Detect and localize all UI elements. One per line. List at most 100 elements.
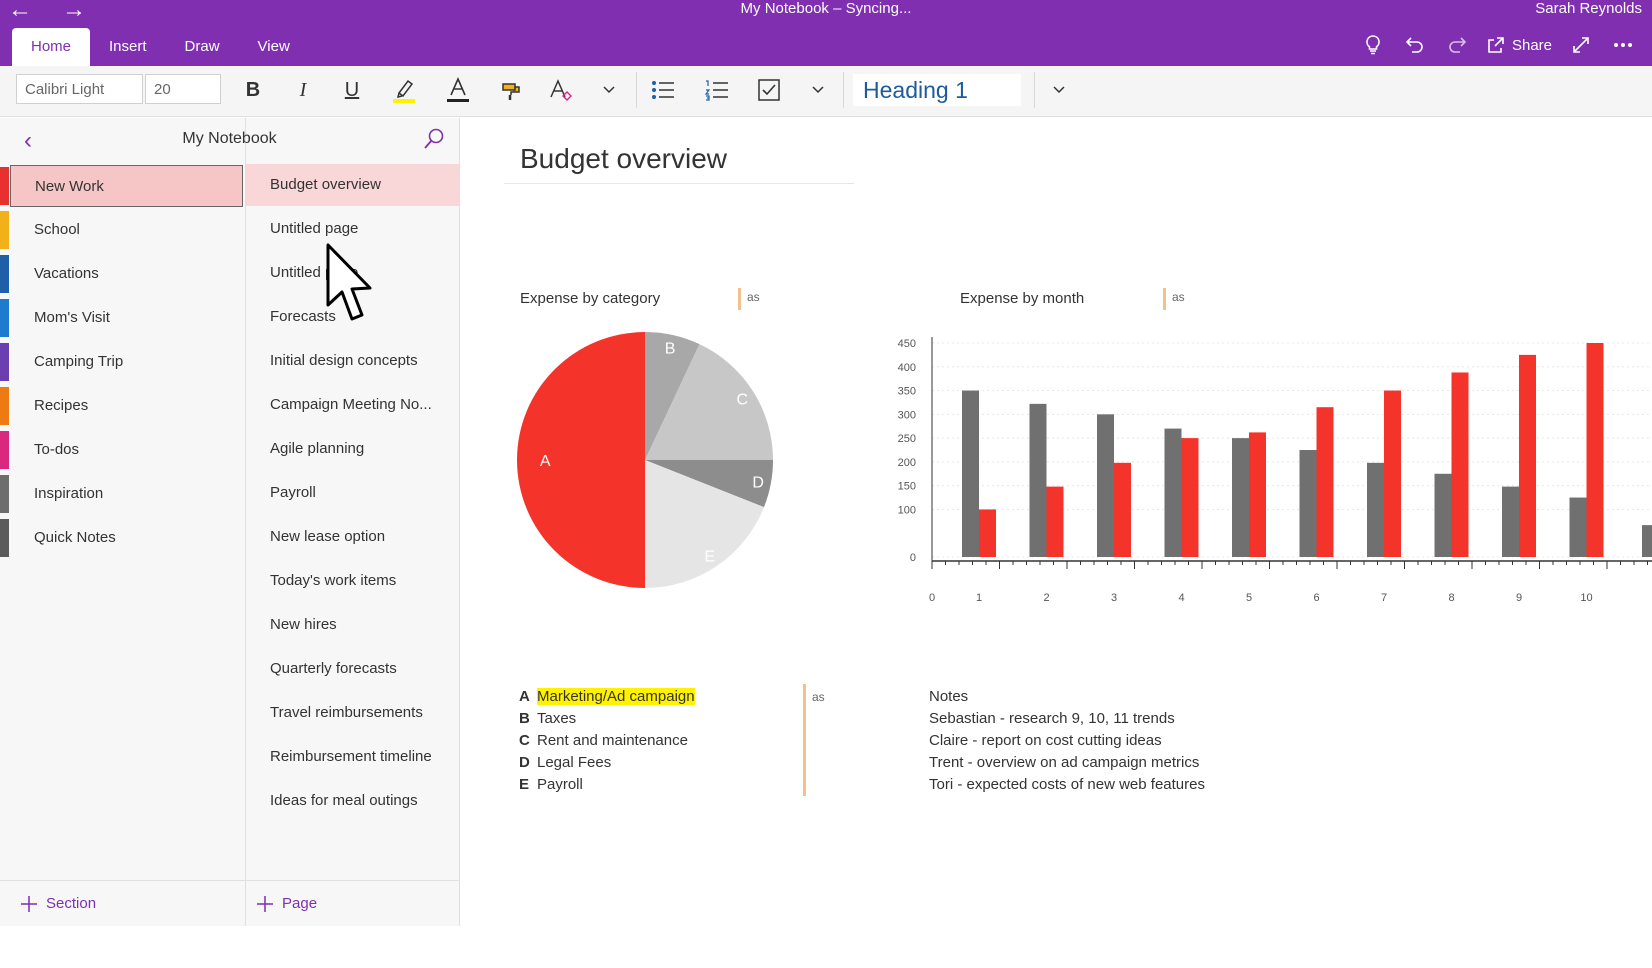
font-name-box[interactable]: Calibri Light [16, 74, 143, 104]
section-color-tab [0, 299, 9, 337]
section-item[interactable]: Inspiration [10, 473, 243, 515]
ribbon-divider [636, 72, 637, 108]
section-item[interactable]: To-dos [10, 429, 243, 471]
font-color-icon[interactable] [441, 75, 475, 105]
bar-series-2 [979, 509, 996, 557]
user-name[interactable]: Sarah Reynolds [1535, 0, 1642, 17]
y-tick-label: 150 [898, 481, 916, 493]
bar-series-1 [1569, 497, 1587, 557]
y-tick-label: 100 [898, 504, 916, 516]
section-item[interactable]: Recipes [10, 385, 243, 427]
bar-series-1 [1164, 428, 1182, 557]
page-item[interactable]: New hires [246, 604, 459, 646]
y-tick-label: 400 [898, 362, 916, 374]
page-item[interactable]: Initial design concepts [246, 340, 459, 382]
x-tick-label: 5 [1246, 592, 1252, 604]
numbered-list-icon[interactable] [700, 75, 734, 105]
section-item[interactable]: Mom's Visit [10, 297, 243, 339]
x-tick-label: 6 [1313, 592, 1319, 604]
more-options-icon[interactable] [1610, 30, 1636, 60]
pie-slice-label: C [736, 391, 748, 408]
tab-home[interactable]: Home [12, 28, 91, 66]
bar-series-2 [1046, 486, 1064, 557]
section-color-tab [0, 167, 9, 205]
bar-series-1 [1299, 450, 1317, 557]
tab-insert[interactable]: Insert [90, 28, 166, 66]
section-item[interactable]: School [10, 209, 243, 251]
page-item[interactable]: New lease option [246, 516, 459, 558]
chevron-down-icon[interactable] [592, 75, 626, 105]
highlighter-icon[interactable] [387, 75, 421, 105]
checkbox-tag-icon[interactable] [752, 75, 786, 105]
add-page-button[interactable]: Page [256, 882, 317, 926]
legend-text: Legal Fees [537, 754, 612, 771]
section-color-tab [0, 343, 9, 381]
legend-key: B [519, 710, 530, 727]
notes-heading: Notes [929, 688, 969, 705]
section-item[interactable]: Vacations [10, 253, 243, 295]
legend-item: E Payroll [519, 774, 695, 796]
pie-slice [517, 332, 645, 588]
pane-divider [0, 880, 459, 881]
window-title: My Notebook – Syncing... [740, 0, 912, 17]
add-section-button[interactable]: Section [20, 882, 96, 926]
container-tag[interactable]: as [806, 688, 825, 710]
notebook-header: ‹ My Notebook [0, 118, 459, 163]
tab-draw[interactable]: Draw [166, 28, 239, 66]
styles-chevron-down-icon[interactable] [1042, 75, 1076, 105]
notebook-title[interactable]: My Notebook [0, 130, 459, 148]
underline-icon[interactable]: U [335, 75, 369, 105]
page-item[interactable]: Payroll [246, 472, 459, 514]
bar-series-2 [1249, 432, 1266, 557]
italic-icon[interactable]: I [286, 75, 320, 105]
legend-item: A Marketing/Ad campaign [519, 686, 695, 708]
page-item[interactable]: Agile planning [246, 428, 459, 470]
heading-style-box[interactable]: Heading 1 [853, 74, 1021, 106]
notes-block[interactable]: Notes Sebastian - research 9, 10, 11 tre… [929, 686, 1205, 796]
legend-item: C Rent and maintenance [519, 730, 695, 752]
title-bar: ← → My Notebook – Syncing... Sarah Reyno… [0, 0, 1652, 66]
font-size-box[interactable]: 20 [145, 74, 221, 104]
lightbulb-icon[interactable] [1360, 30, 1386, 60]
bullet-list-icon[interactable] [646, 75, 680, 105]
section-item[interactable]: Camping Trip [10, 341, 243, 383]
bar-series-2 [1384, 390, 1401, 557]
container-tag[interactable]: as [738, 288, 760, 310]
container-tag[interactable]: as [1163, 288, 1185, 310]
bar-series-2 [1451, 372, 1469, 557]
page-title[interactable]: Budget overview [520, 143, 727, 175]
chevron-down-icon[interactable] [801, 75, 835, 105]
share-button[interactable]: Share [1486, 35, 1552, 55]
x-tick-label: 10 [1580, 592, 1592, 604]
page-item[interactable]: Ideas for meal outings [246, 780, 459, 822]
tab-view[interactable]: View [239, 28, 309, 66]
section-color-tab [0, 211, 9, 249]
bar-chart[interactable]: 0 100 150 200 250 300 350 400 450 0 1 2 3 4 5 6 7 8 9 10 [880, 325, 1652, 615]
expand-icon[interactable] [1568, 30, 1594, 60]
pie-chart-title: Expense by category [520, 290, 661, 307]
page-item[interactable]: Travel reimbursements [246, 692, 459, 734]
bar-series-1 [1502, 486, 1519, 557]
format-painter-icon[interactable] [494, 75, 528, 105]
undo-icon[interactable] [1402, 30, 1428, 60]
category-legend: A Marketing/Ad campaign B Taxes C Rent and … [519, 686, 695, 796]
bold-icon[interactable]: B [236, 75, 270, 105]
search-icon[interactable] [423, 128, 445, 150]
bar-series-1 [1232, 438, 1249, 557]
pie-chart[interactable]: B C D E A [515, 330, 775, 590]
section-item[interactable]: Quick Notes [10, 517, 243, 559]
bar-series-2 [1181, 438, 1199, 557]
x-tick-label: 3 [1111, 592, 1117, 604]
page-item[interactable]: Quarterly forecasts [246, 648, 459, 690]
page-item[interactable]: Reimbursement timeline [246, 736, 459, 778]
redo-icon[interactable] [1444, 30, 1470, 60]
bar-series-2 [1114, 462, 1131, 557]
mouse-cursor-icon [326, 243, 372, 321]
page-item[interactable]: Budget overview [246, 164, 459, 206]
clear-formatting-icon[interactable] [544, 75, 578, 105]
page-item[interactable]: Today's work items [246, 560, 459, 602]
page-item[interactable]: Campaign Meeting No... [246, 384, 459, 426]
bar-series-2 [1519, 354, 1536, 557]
section-item[interactable]: New Work [10, 165, 243, 207]
plus-icon [257, 896, 273, 912]
